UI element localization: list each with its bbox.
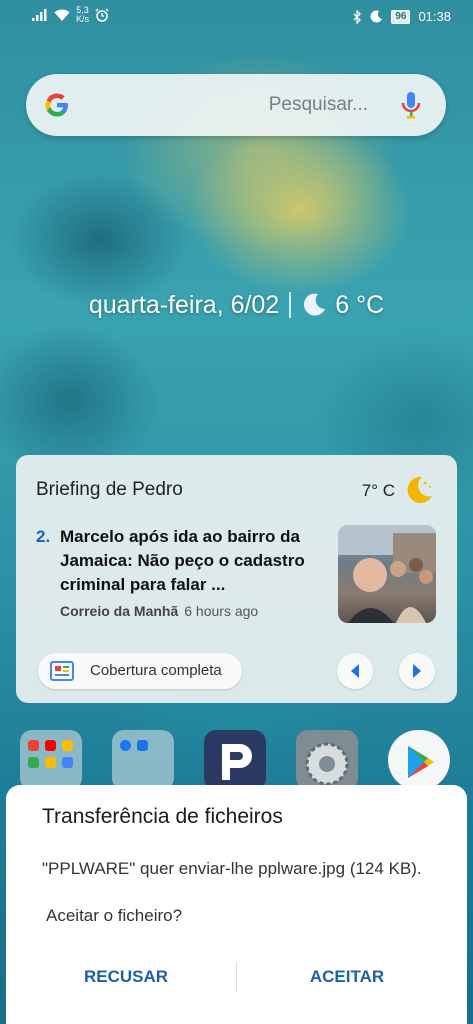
gmail-mini-icon: [28, 740, 39, 751]
dialog-message: "PPLWARE" quer enviar-lhe pplware.jpg (1…: [42, 859, 422, 878]
next-story-button[interactable]: [399, 653, 435, 689]
maps-mini-icon: [28, 757, 39, 768]
file-transfer-dialog: Transferência de ficheiros "PPLWARE" que…: [6, 785, 467, 1024]
pplware-app-icon[interactable]: [204, 730, 266, 790]
battery-indicator: 96: [391, 9, 411, 24]
date-weather-widget[interactable]: quarta-feira, 6/02 6 °C: [0, 290, 473, 320]
network-speed-unit: K/s: [76, 14, 90, 24]
night-weather-icon: [407, 476, 432, 503]
dialog-title: Transferência de ficheiros: [42, 805, 283, 828]
search-placeholder[interactable]: Pesquisar...: [269, 94, 368, 116]
app-folder-google[interactable]: [20, 730, 82, 790]
briefing-temperature: 7° C: [361, 481, 395, 500]
briefing-title: Briefing de Pedro: [36, 479, 183, 500]
previous-story-button[interactable]: [337, 653, 373, 689]
play-store-app-icon[interactable]: [388, 730, 450, 790]
messages-mini-icon: [137, 740, 148, 751]
status-bar: 5,3 K/s 96 01:38: [0, 0, 473, 34]
bluetooth-icon: [353, 9, 362, 24]
news-index: 2.: [36, 527, 51, 546]
news-source: Correio da Manhã: [60, 603, 179, 619]
moon-icon: [304, 293, 326, 316]
news-thumbnail[interactable]: [338, 525, 436, 623]
app-folder-messaging[interactable]: [112, 730, 174, 790]
dialog-question: Aceitar o ficheiro?: [46, 906, 183, 925]
chrome-mini-icon: [45, 757, 56, 768]
full-coverage-icon: [50, 661, 74, 681]
news-meta: Correio da Manhã 6 hours ago: [60, 603, 258, 619]
clock: 01:38: [418, 9, 451, 24]
news-time: 6 hours ago: [184, 603, 259, 619]
home-app-row: [0, 730, 473, 790]
settings-app-icon[interactable]: [296, 730, 358, 790]
full-coverage-label: Cobertura completa: [90, 662, 222, 679]
alarm-icon: [95, 8, 109, 22]
dialog-button-divider: [236, 962, 237, 992]
google-search-bar[interactable]: Pesquisar...: [26, 74, 446, 136]
news-headline[interactable]: Marcelo após ida ao bairro da Jamaica: N…: [60, 525, 322, 597]
do-not-disturb-moon-icon: [370, 10, 383, 23]
signal-icon: [32, 9, 47, 21]
full-coverage-button[interactable]: Cobertura completa: [38, 653, 242, 689]
microphone-icon[interactable]: [400, 90, 422, 120]
google-logo-icon[interactable]: [42, 90, 72, 120]
date-text: quarta-feira, 6/02: [88, 290, 280, 319]
chevron-right-icon: [413, 664, 421, 678]
youtube-mini-icon: [45, 740, 56, 751]
chevron-left-icon: [351, 664, 359, 678]
network-speed: 5,3 K/s: [76, 6, 89, 24]
widget-divider: [289, 292, 292, 319]
accept-button[interactable]: ACEITAR: [247, 957, 447, 997]
play-store-icon: [408, 746, 434, 778]
news-photo-illustration: [338, 525, 436, 623]
briefing-card[interactable]: Briefing de Pedro 7° C 2. Marcelo após i…: [16, 455, 457, 703]
pplware-logo-icon: [222, 744, 252, 780]
decline-button[interactable]: RECUSAR: [26, 957, 226, 997]
gear-icon: [305, 742, 349, 786]
wifi-icon: [54, 9, 70, 21]
temperature-text: 6 °C: [335, 290, 385, 319]
messenger-mini-icon: [120, 740, 131, 751]
docs-mini-icon: [62, 757, 73, 768]
photos-mini-icon: [62, 740, 73, 751]
